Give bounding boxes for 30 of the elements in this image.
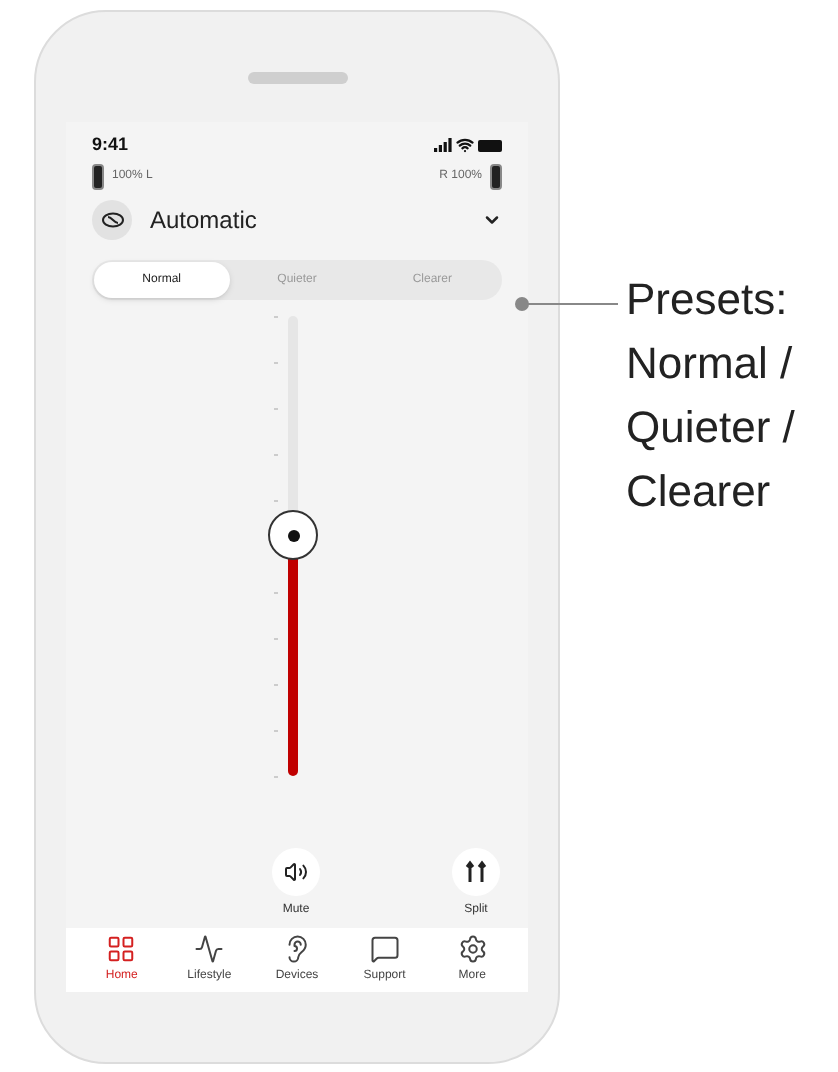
battery-icon bbox=[490, 164, 502, 190]
split-button[interactable] bbox=[452, 848, 500, 896]
tick-mark bbox=[274, 638, 278, 640]
activity-icon bbox=[194, 934, 225, 964]
speaker-icon bbox=[284, 860, 308, 884]
annotation-text: Presets: Normal / Quieter / Clearer bbox=[626, 272, 797, 520]
tick-mark bbox=[274, 730, 278, 732]
chevron-down-icon bbox=[482, 210, 502, 230]
tick-mark bbox=[274, 500, 278, 502]
signal-icon bbox=[434, 138, 452, 152]
wifi-icon bbox=[456, 136, 474, 154]
phone-battery-icon bbox=[478, 139, 502, 151]
tick-mark bbox=[274, 408, 278, 410]
grid-icon bbox=[106, 934, 137, 964]
speaker-grille bbox=[247, 72, 347, 84]
tick-mark bbox=[274, 362, 278, 364]
chat-icon bbox=[369, 934, 400, 964]
volume-thumb[interactable] bbox=[268, 510, 318, 561]
tick-mark bbox=[274, 776, 278, 778]
status-time: 9:41 bbox=[92, 131, 129, 158]
settings-icon bbox=[457, 934, 488, 964]
tick-mark bbox=[274, 684, 278, 686]
tick-mark bbox=[274, 454, 278, 456]
tick-mark bbox=[274, 316, 278, 318]
tick-mark bbox=[274, 592, 278, 594]
mute-button[interactable] bbox=[272, 848, 320, 896]
leader-line bbox=[514, 296, 618, 312]
battery-icon bbox=[92, 164, 104, 190]
program-icon bbox=[92, 200, 132, 240]
program-selector[interactable]: Automatic bbox=[66, 200, 528, 240]
